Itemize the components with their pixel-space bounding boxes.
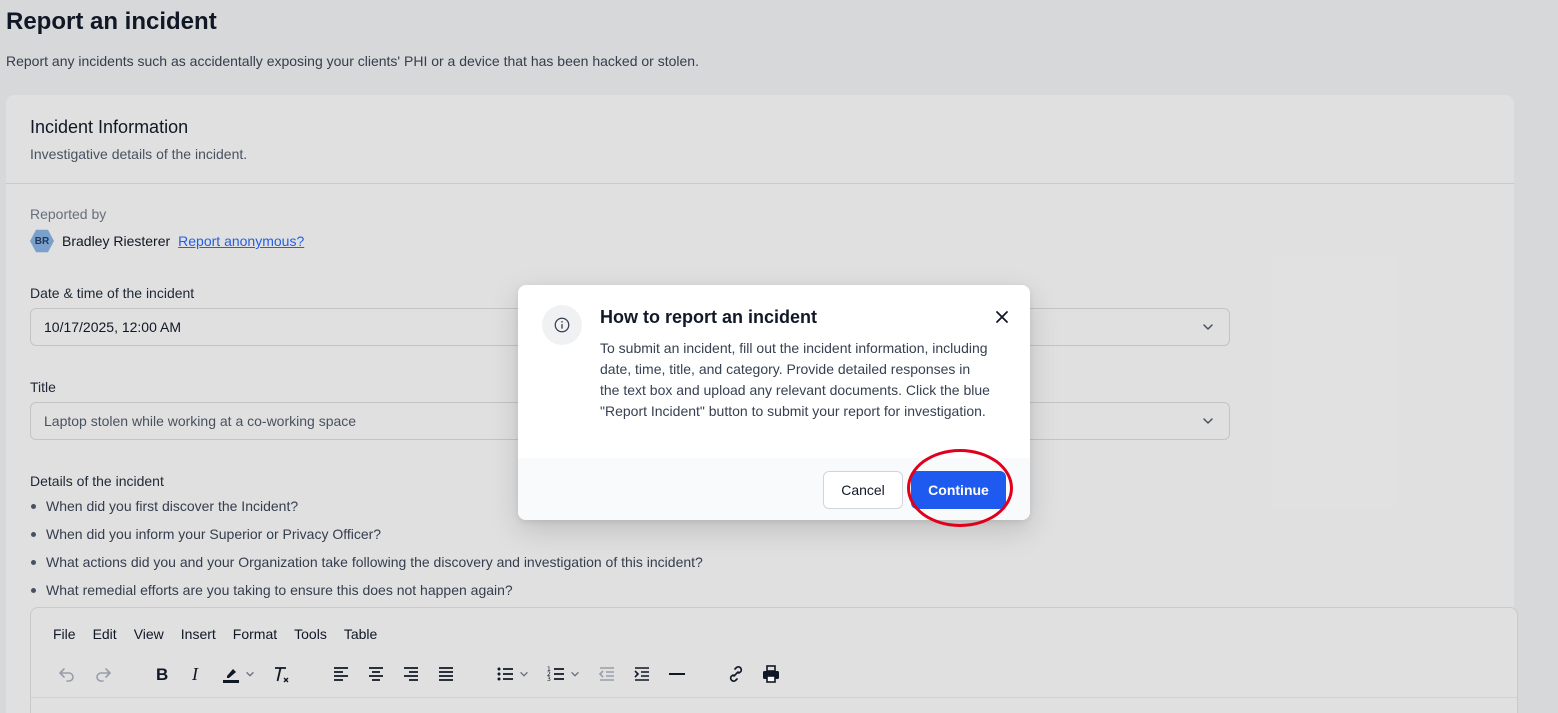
dialog-body: To submit an incident, fill out the inci… [600, 340, 990, 419]
dialog-footer: Cancel Continue [518, 458, 1030, 520]
close-icon[interactable] [992, 307, 1012, 327]
how-to-report-dialog: How to report an incident To submit an i… [518, 285, 1030, 520]
continue-button[interactable]: Continue [911, 471, 1006, 509]
page: Report an incident Report any incidents … [0, 0, 1558, 713]
cancel-button[interactable]: Cancel [823, 471, 903, 509]
dialog-title: How to report an incident [600, 307, 818, 327]
info-icon [542, 305, 582, 345]
